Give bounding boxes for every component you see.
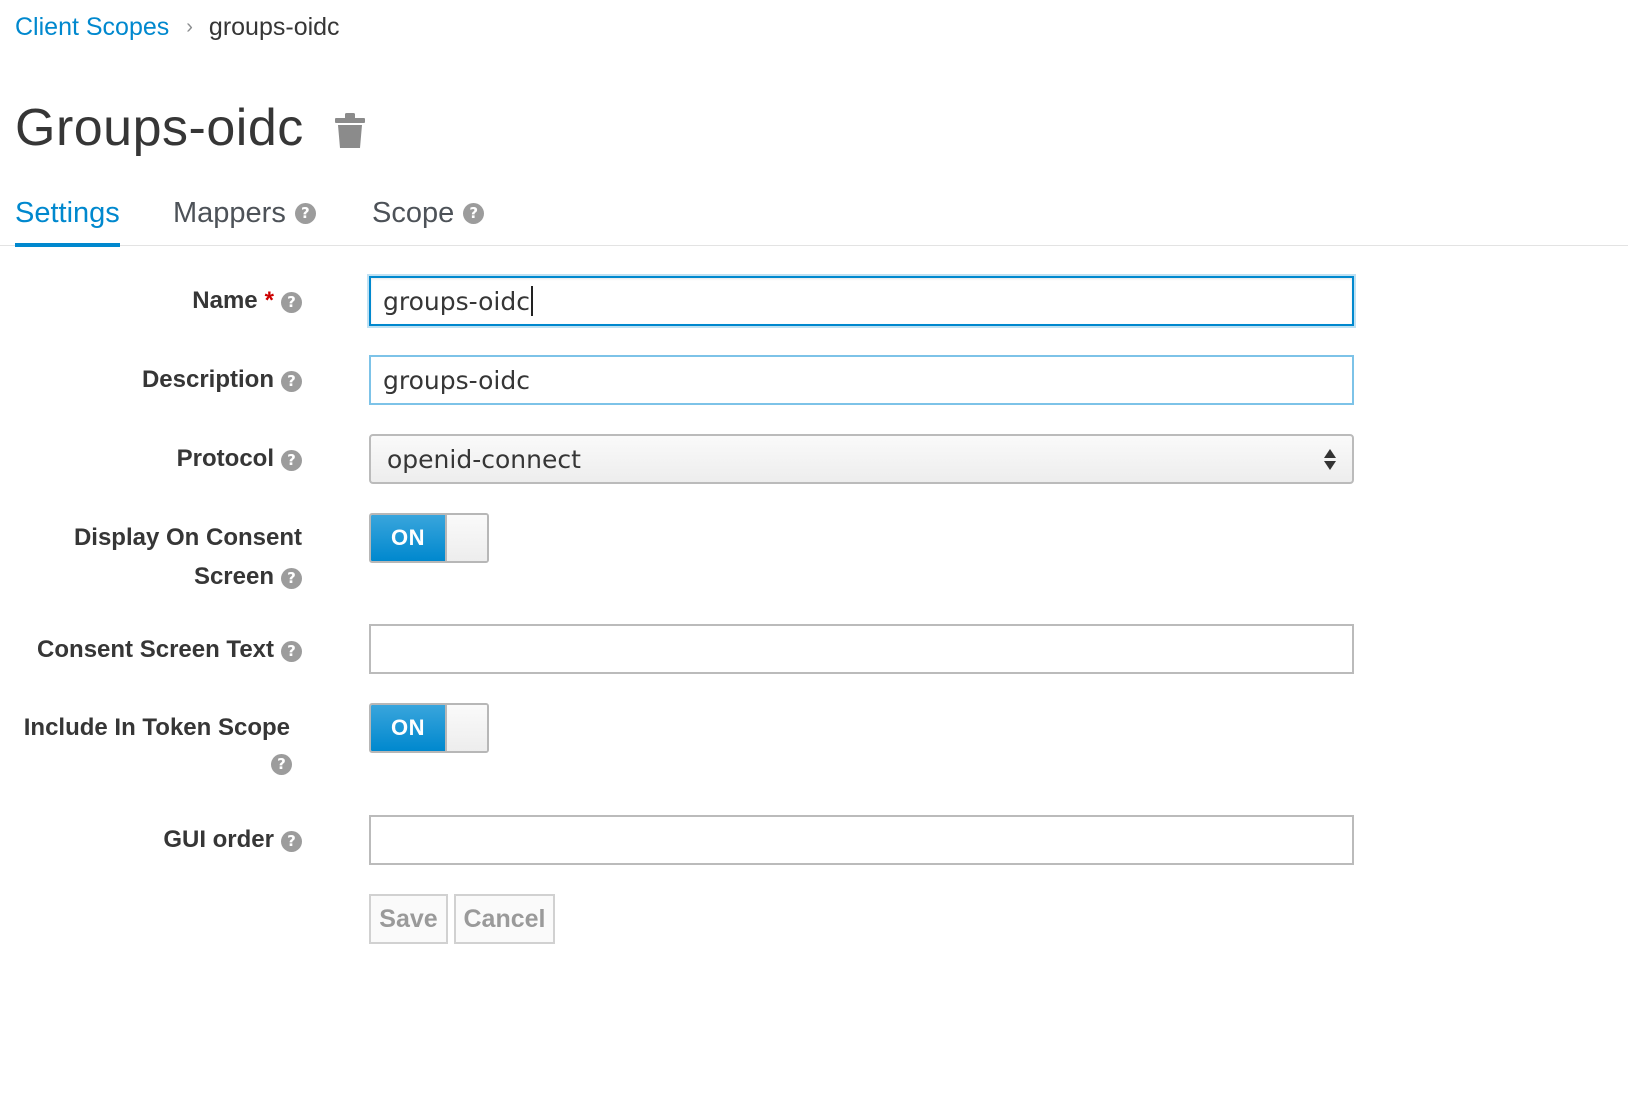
gui-order-label-text: GUI order — [163, 826, 274, 853]
tab-settings[interactable]: Settings — [15, 180, 120, 247]
name-input-value: groups-oidc — [383, 286, 530, 316]
consent-text-input[interactable] — [369, 624, 1354, 674]
toggle-state: ON — [371, 515, 445, 561]
name-label: Name *? — [2, 281, 302, 320]
page-title: Groups-oidc — [15, 99, 304, 157]
help-icon[interactable]: ? — [281, 568, 302, 589]
consent-text-label: Consent Screen Text? — [2, 630, 302, 669]
protocol-label: Protocol? — [2, 439, 302, 478]
help-icon[interactable]: ? — [281, 641, 302, 662]
tab-scope-label: Scope — [372, 197, 455, 229]
toggle-state: ON — [371, 705, 445, 751]
protocol-select[interactable]: openid-connect — [369, 434, 1354, 484]
protocol-label-text: Protocol — [176, 445, 274, 472]
toggle-knob — [445, 705, 487, 751]
text-cursor — [530, 286, 533, 316]
tab-bar: Settings Mappers ? Scope ? — [0, 180, 1628, 247]
page-header: Groups-oidc — [15, 96, 365, 160]
help-icon[interactable]: ? — [271, 754, 292, 775]
tab-scope[interactable]: Scope ? — [372, 180, 485, 246]
consent-text-label-text: Consent Screen Text — [37, 636, 274, 663]
breadcrumb-current: groups-oidc — [208, 13, 340, 41]
include-in-token-toggle[interactable]: ON — [369, 703, 489, 753]
breadcrumb-client-scopes-link[interactable]: Client Scopes — [15, 10, 169, 44]
help-icon[interactable]: ? — [281, 371, 302, 392]
description-label-text: Description — [141, 366, 274, 393]
gui-order-label: GUI order? — [2, 820, 302, 859]
save-button[interactable]: Save — [369, 894, 448, 944]
chevron-right-icon: › — [186, 16, 193, 38]
description-input-value: groups-oidc — [383, 365, 530, 395]
tab-settings-label: Settings — [15, 197, 120, 229]
help-icon[interactable]: ? — [281, 450, 302, 471]
name-input[interactable]: groups-oidc — [369, 276, 1354, 326]
help-icon[interactable]: ? — [281, 831, 302, 852]
help-icon[interactable]: ? — [294, 202, 316, 224]
description-label: Description? — [2, 360, 302, 399]
include-in-token-label-text: Include In Token Scope — [23, 714, 290, 741]
display-on-consent-label: Display On Consent Screen? — [2, 518, 302, 596]
breadcrumb: Client Scopes › groups-oidc — [15, 10, 340, 44]
display-on-consent-label-line2: Screen — [193, 563, 274, 590]
help-icon[interactable]: ? — [281, 292, 302, 313]
display-on-consent-label-line1: Display On Consent — [73, 524, 302, 551]
tab-mappers[interactable]: Mappers ? — [173, 180, 316, 246]
select-arrows-icon — [1324, 448, 1336, 470]
cancel-button[interactable]: Cancel — [454, 894, 555, 944]
toggle-knob — [445, 515, 487, 561]
display-on-consent-toggle[interactable]: ON — [369, 513, 489, 563]
include-in-token-label: Include In Token Scope — [0, 708, 290, 747]
required-asterisk: * — [264, 287, 274, 314]
protocol-select-value: openid-connect — [387, 444, 581, 474]
client-scope-page: Client Scopes › groups-oidc Groups-oidc … — [0, 0, 1628, 1118]
trash-icon[interactable] — [334, 113, 365, 149]
description-input[interactable]: groups-oidc — [369, 355, 1354, 405]
help-icon[interactable]: ? — [463, 202, 485, 224]
gui-order-input[interactable] — [369, 815, 1354, 865]
include-in-token-help: ? — [271, 754, 292, 775]
tab-mappers-label: Mappers — [173, 197, 286, 229]
name-label-text: Name — [192, 287, 258, 314]
